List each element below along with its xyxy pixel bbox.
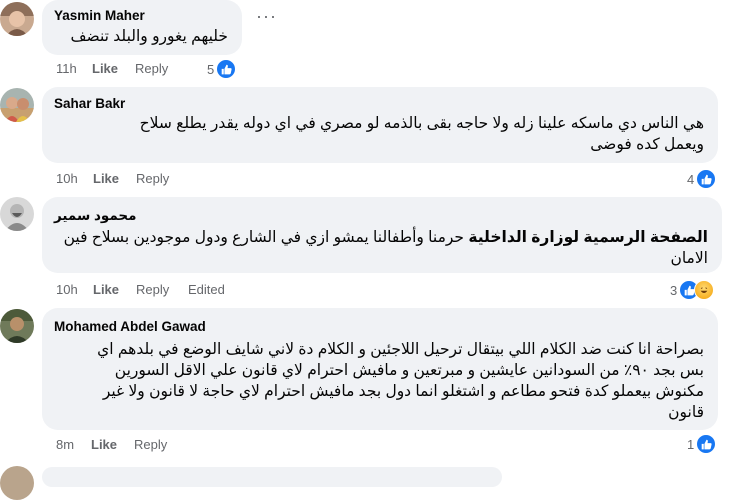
- haha-icon: [694, 280, 715, 300]
- comment-author[interactable]: Sahar Bakr: [54, 96, 125, 111]
- like-button[interactable]: Like: [93, 171, 119, 186]
- comment-bubble: محمود سمير الصفحة الرسمية لوزارة الداخلي…: [42, 197, 722, 273]
- comment-author[interactable]: Mohamed Abdel Gawad: [54, 319, 206, 334]
- comment-bubble: Yasmin Maher خليهم يغورو والبلد تنضف: [42, 0, 242, 55]
- reply-button[interactable]: Reply: [135, 61, 168, 76]
- edited-label[interactable]: Edited: [188, 282, 225, 297]
- comment-time[interactable]: 10h: [56, 282, 78, 297]
- comment-time[interactable]: 10h: [56, 171, 78, 186]
- like-button[interactable]: Like: [91, 437, 117, 452]
- reaction-summary[interactable]: 4: [687, 169, 717, 189]
- avatar[interactable]: [0, 309, 34, 343]
- reply-button[interactable]: Reply: [134, 437, 167, 452]
- like-button[interactable]: Like: [93, 282, 119, 297]
- reaction-count: 1: [687, 436, 695, 452]
- comment-text: بصراحة انا كنت ضد الكلام اللي بيتقال ترح…: [97, 341, 704, 421]
- avatar[interactable]: [0, 197, 34, 231]
- reply-button[interactable]: Reply: [136, 282, 169, 297]
- avatar[interactable]: [0, 466, 34, 500]
- comment-time[interactable]: 8m: [56, 437, 74, 452]
- comment-author[interactable]: Yasmin Maher: [54, 8, 145, 23]
- avatar[interactable]: [0, 88, 34, 122]
- comment-bubble: Sahar Bakr هي الناس دي ماسكه علينا زله و…: [42, 87, 718, 163]
- like-icon: [216, 59, 237, 79]
- like-icon: [696, 434, 717, 454]
- reaction-summary[interactable]: 1: [687, 434, 717, 454]
- mentioned-page-link[interactable]: الصفحة الرسمية لوزارة الداخلية: [468, 229, 708, 246]
- like-button[interactable]: Like: [92, 61, 118, 76]
- comment-text: خليهم يغورو والبلد تنضف: [70, 28, 228, 45]
- more-options-icon[interactable]: ···: [256, 7, 277, 25]
- reaction-summary[interactable]: 3: [670, 280, 715, 300]
- reaction-count: 3: [670, 282, 678, 298]
- comment-bubble: Mohamed Abdel Gawad بصراحة انا كنت ضد ال…: [42, 308, 718, 430]
- comment-text: هي الناس دي ماسكه علينا زله ولا حاجه بقى…: [139, 115, 704, 153]
- reaction-count: 4: [687, 171, 695, 187]
- comment-time[interactable]: 11h: [56, 61, 77, 76]
- avatar[interactable]: [0, 2, 34, 36]
- like-icon: [696, 169, 717, 189]
- comment-author[interactable]: محمود سمير: [54, 208, 137, 224]
- comment-bubble: [42, 467, 502, 487]
- reaction-count: 5: [207, 61, 215, 77]
- reaction-summary[interactable]: 5: [207, 59, 237, 79]
- reply-button[interactable]: Reply: [136, 171, 169, 186]
- comment-text: الصفحة الرسمية لوزارة الداخلية حرمنا وأط…: [63, 229, 708, 267]
